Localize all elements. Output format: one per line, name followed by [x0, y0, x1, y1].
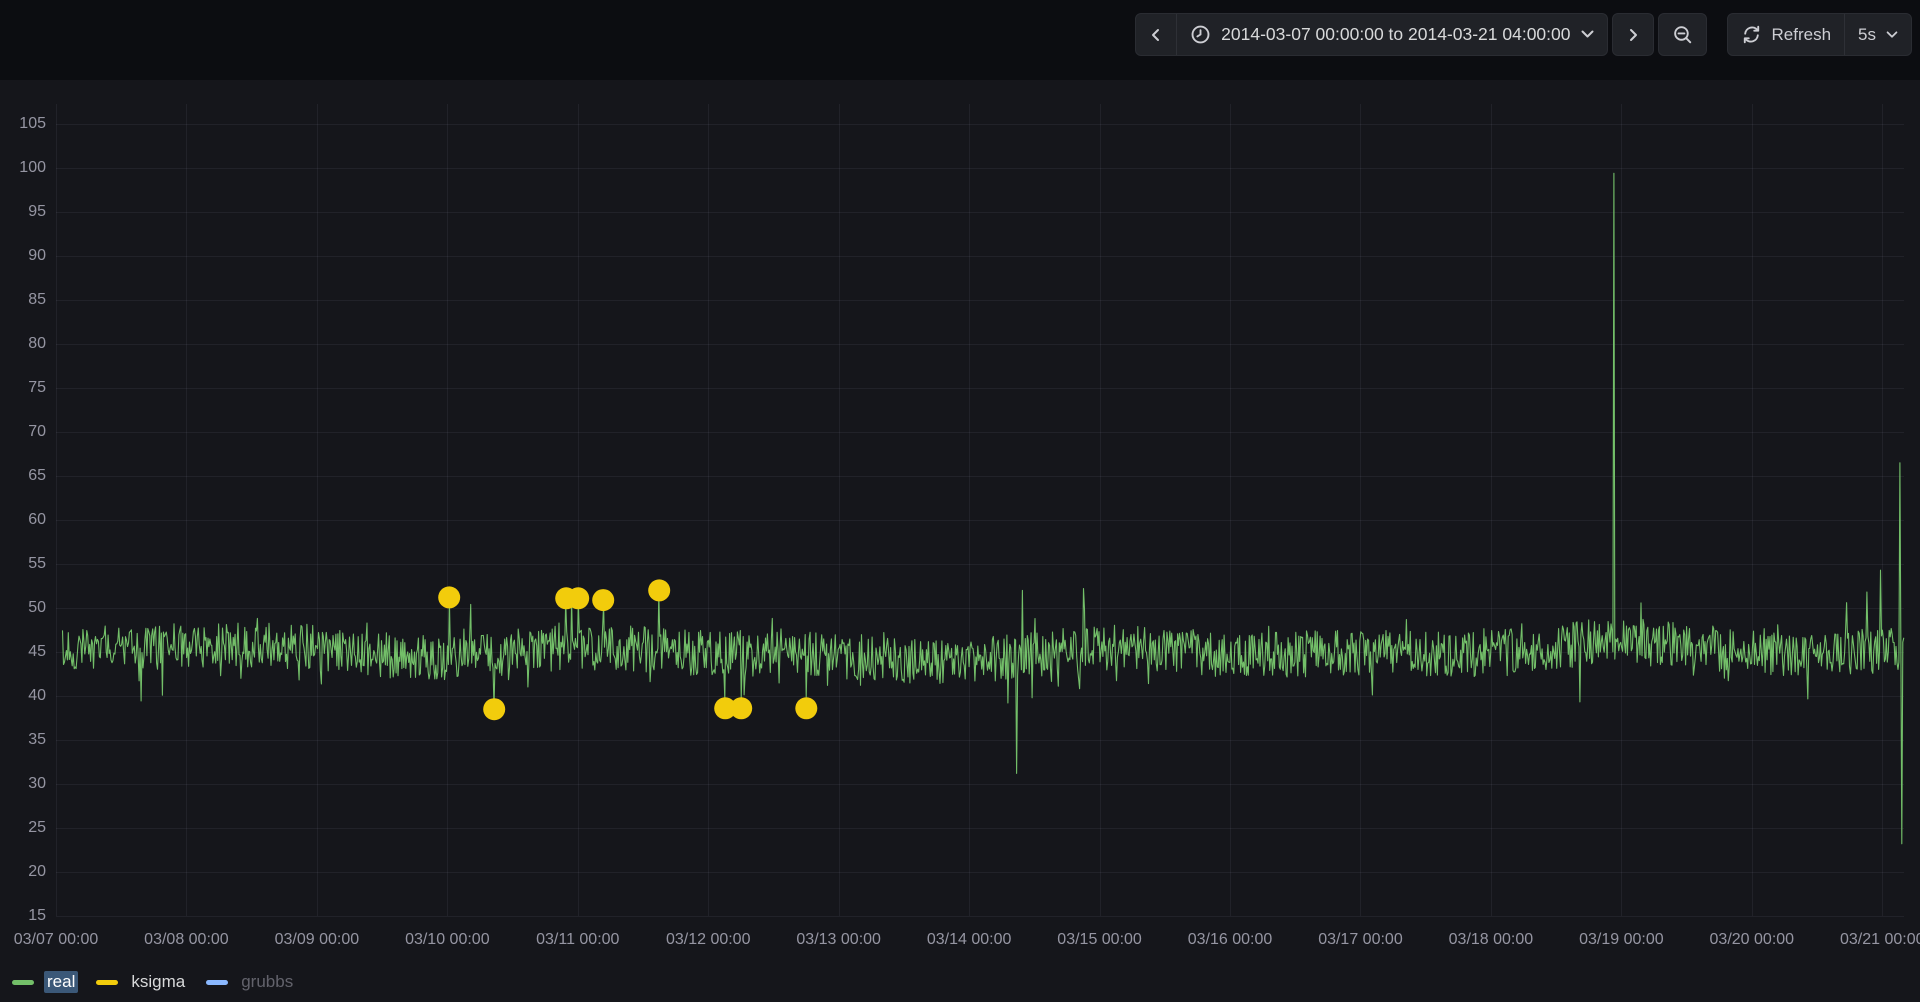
y-tick-label: 25 — [28, 819, 46, 836]
refresh-interval-value: 5s — [1858, 24, 1876, 44]
time-controls: 2014-03-07 00:00:00 to 2014-03-21 04:00:… — [1135, 13, 1912, 56]
y-tick-label: 95 — [28, 203, 46, 220]
y-tick-label: 35 — [28, 731, 46, 748]
legend-item-ksigma[interactable]: ksigma — [96, 971, 188, 993]
x-tick-label: 03/10 00:00 — [405, 931, 490, 948]
legend-label-real: real — [44, 971, 79, 993]
y-tick-label: 105 — [19, 115, 46, 132]
x-tick-label: 03/21 00:00 — [1839, 931, 1920, 948]
chevron-left-icon — [1152, 28, 1160, 41]
y-tick-label: 70 — [28, 423, 46, 440]
legend-item-grubbs[interactable]: grubbs — [206, 971, 296, 993]
refresh-group: Refresh 5s — [1726, 13, 1912, 56]
anomaly-marker — [483, 698, 506, 721]
x-tick-label: 03/11 00:00 — [536, 931, 620, 948]
time-series-plot[interactable] — [0, 80, 1920, 1002]
y-tick-label: 20 — [28, 863, 46, 880]
y-tick-label: 65 — [28, 467, 46, 484]
time-picker-group: 2014-03-07 00:00:00 to 2014-03-21 04:00:… — [1135, 13, 1608, 56]
y-tick-label: 45 — [28, 643, 46, 660]
time-range-label: 2014-03-07 00:00:00 to 2014-03-21 04:00:… — [1221, 24, 1571, 44]
chevron-down-icon — [1581, 30, 1593, 38]
y-tick-label: 90 — [28, 247, 46, 264]
y-tick-label: 75 — [28, 379, 46, 396]
grid-lines — [56, 104, 1904, 917]
clock-icon — [1191, 25, 1210, 44]
y-tick-label: 100 — [19, 159, 46, 176]
zoom-out-icon — [1673, 26, 1691, 44]
legend-item-real[interactable]: real — [12, 971, 79, 993]
time-range-back-button[interactable] — [1136, 14, 1176, 55]
y-tick-label: 15 — [28, 907, 46, 924]
y-tick-label: 85 — [28, 291, 46, 308]
y-tick-label: 60 — [28, 511, 46, 528]
time-range-forward-button[interactable] — [1611, 13, 1654, 56]
graph-panel: 15 20 25 30 35 40 45 50 55 60 65 70 75 80 85 90 95 100 105… — [0, 80, 1920, 1002]
legend-label-grubbs: grubbs — [241, 972, 294, 991]
x-tick-label: 03/16 00:00 — [1187, 931, 1273, 948]
chevron-down-icon — [1886, 30, 1898, 38]
anomaly-marker — [795, 697, 818, 720]
refresh-button[interactable]: Refresh — [1728, 14, 1845, 55]
anomaly-marker — [567, 587, 590, 610]
anomaly-marker — [592, 589, 615, 612]
refresh-interval-dropdown[interactable]: 5s — [1844, 14, 1911, 55]
legend-swatch-grubbs — [206, 979, 229, 985]
y-tick-label: 30 — [28, 775, 46, 792]
x-tick-label: 03/09 00:00 — [274, 931, 360, 948]
x-tick-label: 03/14 00:00 — [926, 931, 1012, 948]
chevron-right-icon — [1629, 28, 1637, 41]
y-tick-label: 40 — [28, 687, 46, 704]
sync-icon — [1743, 25, 1759, 44]
x-tick-label: 03/18 00:00 — [1448, 931, 1534, 948]
x-tick-label: 03/19 00:00 — [1579, 931, 1664, 948]
top-toolbar: 2014-03-07 00:00:00 to 2014-03-21 04:00:… — [0, 0, 1920, 80]
series-real-line — [61, 172, 1905, 845]
legend: real ksigma grubbs — [12, 969, 296, 995]
x-tick-label: 03/17 00:00 — [1318, 931, 1403, 948]
x-tick-label: 03/20 00:00 — [1709, 931, 1795, 948]
anomaly-marker — [648, 579, 671, 602]
y-tick-label: 50 — [28, 599, 46, 616]
x-tick-label: 03/07 00:00 — [13, 931, 99, 948]
x-tick-label: 03/15 00:00 — [1057, 931, 1142, 948]
legend-label-ksigma: ksigma — [131, 972, 186, 991]
x-tick-label: 03/12 00:00 — [665, 931, 751, 948]
anomaly-marker — [438, 586, 461, 609]
time-range-picker-button[interactable]: 2014-03-07 00:00:00 to 2014-03-21 04:00:… — [1176, 14, 1606, 55]
x-tick-label: 03/08 00:00 — [144, 931, 229, 948]
refresh-label: Refresh — [1771, 24, 1832, 44]
x-tick-label: 03/13 00:00 — [796, 931, 881, 948]
zoom-out-button[interactable] — [1657, 13, 1707, 56]
y-tick-label: 80 — [28, 335, 46, 352]
legend-swatch-real — [12, 979, 34, 985]
legend-swatch-ksigma — [96, 979, 119, 985]
anomaly-marker — [730, 697, 753, 720]
y-tick-label: 55 — [28, 555, 46, 572]
